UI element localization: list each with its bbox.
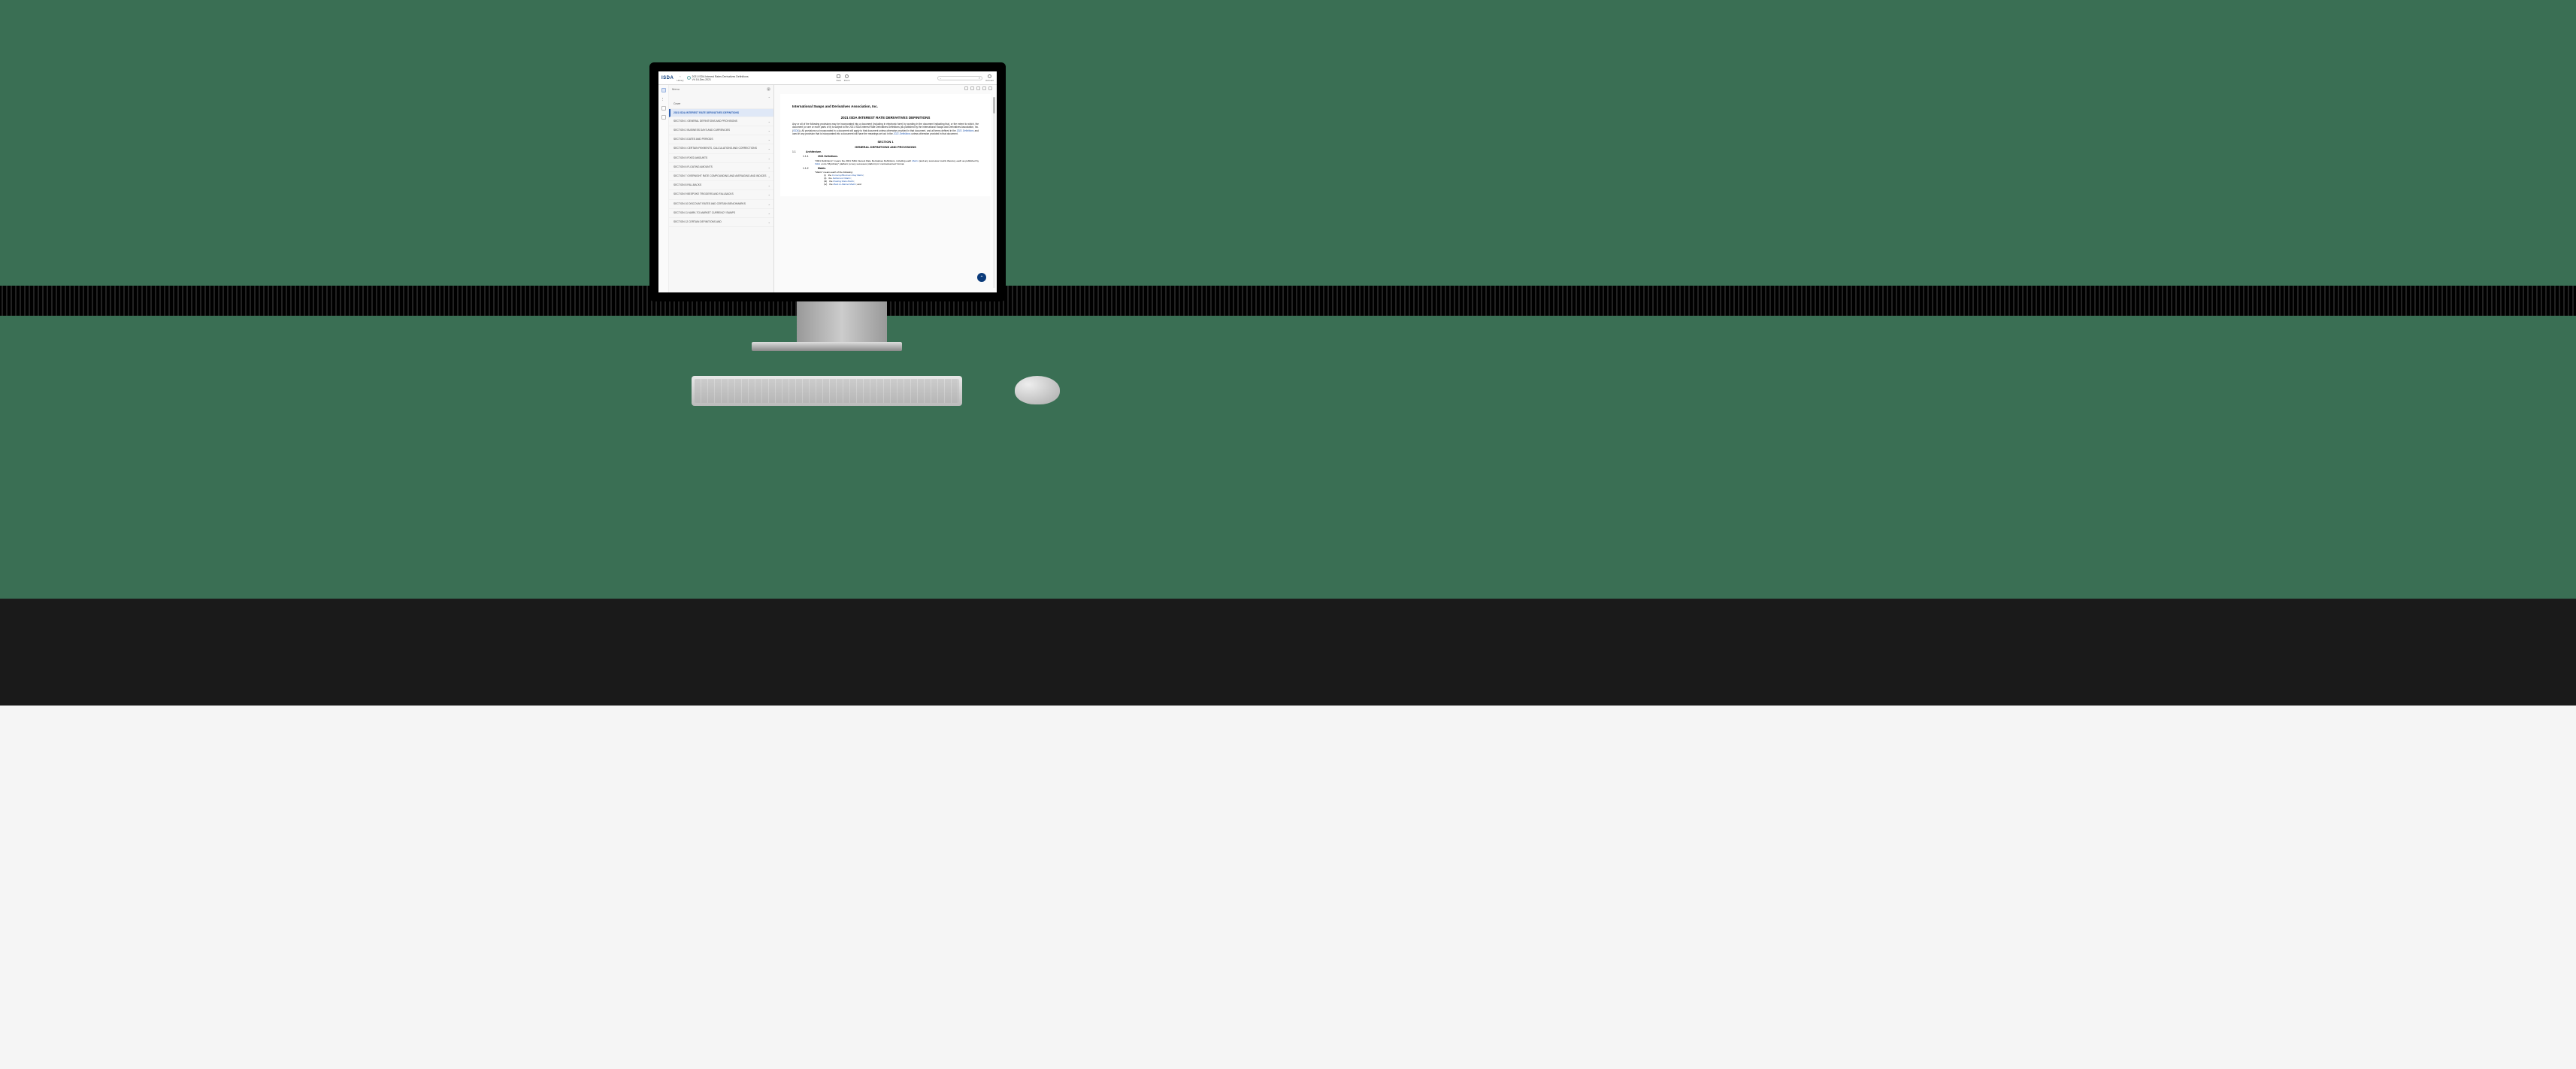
nav-item-title[interactable]: 2021 ISDA INTEREST RATE DERIVATIVES DEFI… — [669, 109, 773, 117]
more-icon[interactable]: ⋮ — [661, 97, 666, 101]
account-icon — [988, 74, 991, 78]
monitor-bezel: ISDA ‹ Library 2021 ISDA Interest Rates … — [649, 62, 1006, 301]
nav-item-section5[interactable]: SECTION 5 FIXED AMOUNTS⌄ — [669, 154, 773, 163]
fullscreen-icon[interactable] — [988, 86, 992, 90]
chevron-down-icon: ⌄ — [768, 129, 770, 132]
sidebar-panel: Menu × ⌄ Cover 2021 ISDA INTEREST RATE D… — [669, 85, 774, 292]
isda-logo: ISDA — [661, 76, 674, 80]
account-label: Account — [985, 79, 994, 82]
matrix-item: (iv)the Mark-to-Market Matrix; and — [824, 183, 979, 186]
nav-item-section10[interactable]: SECTION 10 DISCOUNT RATES AND CERTAIN BE… — [669, 200, 773, 209]
sidebar-header: Menu × — [669, 85, 773, 93]
document-page: International Swaps and Derivatives Asso… — [780, 94, 991, 196]
matrix-link[interactable]: Mark-to-Market Matrix — [833, 183, 855, 186]
copy-icon[interactable] — [970, 86, 974, 90]
nav-item-section3[interactable]: SECTION 3 DATES AND PERIODS⌄ — [669, 135, 773, 144]
nav-item-section8[interactable]: SECTION 8 FALLBACKS⌄ — [669, 181, 773, 190]
close-icon[interactable]: × — [767, 87, 770, 91]
account-button[interactable]: Account — [985, 74, 994, 82]
doc-title-line1: 2021 ISDA Interest Rates Derivatives Def… — [692, 75, 749, 78]
nav-item-section12[interactable]: SECTION 12 CERTAIN DEFINITIONS AND⌄ — [669, 218, 773, 227]
association-name: International Swaps and Derivatives Asso… — [792, 104, 979, 108]
chevron-down-icon: ⌄ — [768, 174, 770, 178]
layout-icon[interactable] — [982, 86, 986, 90]
chevron-down-icon: ⌄ — [768, 202, 770, 206]
toc-nav: Cover 2021 ISDA INTEREST RATE DERIVATIVE… — [669, 100, 773, 292]
chevron-down-icon: ⌄ — [768, 138, 770, 141]
chevron-down-icon: ⌄ — [768, 183, 770, 187]
content-toolbar — [964, 86, 992, 90]
nav-item-section1[interactable]: SECTION 1 GENERAL DEFINITIONS AND PROVIS… — [669, 117, 773, 126]
chevron-down-icon: ⌄ — [768, 147, 770, 150]
link-matrix[interactable]: Matrix — [912, 159, 918, 162]
scrollbar-thumb[interactable] — [993, 97, 995, 114]
top-toolbar: ISDA ‹ Library 2021 ISDA Interest Rates … — [658, 71, 997, 85]
view-button[interactable]: View — [836, 74, 840, 82]
zoom-button[interactable]: Zoom — [844, 74, 850, 82]
clause-1-1-1: 1.1.1 2021 Definitions. — [803, 155, 979, 158]
view-label: View — [836, 79, 840, 82]
search-icon: ⌕ — [979, 76, 980, 80]
print-icon[interactable] — [976, 86, 980, 90]
section-1-number: SECTION 1 — [792, 140, 979, 144]
nav-item-section9[interactable]: SECTION 9 BESPOKE TRIGGERS AND FALLBACKS… — [669, 190, 773, 199]
intro-paragraph: Any or all of the following provisions m… — [792, 123, 979, 135]
chevron-down-icon: ⌄ — [768, 165, 770, 169]
link-icon[interactable] — [964, 86, 968, 90]
mouse — [1015, 376, 1060, 404]
left-rail: ⋮ — [658, 85, 669, 292]
library-label: Library — [677, 79, 683, 82]
zoom-label: Zoom — [844, 79, 850, 82]
nav-item-section6[interactable]: SECTION 6 FLOATING AMOUNTS⌄ — [669, 163, 773, 172]
doc-title-line2: V4 16-Dec-2021 — [692, 78, 749, 81]
section-1-title: GENERAL DEFINITIONS AND PROVISIONS — [792, 145, 979, 149]
view-icon — [837, 74, 840, 78]
search-input[interactable]: ⌄ ⌕ — [937, 76, 982, 80]
desk-edge-strip — [0, 286, 2576, 316]
bookmark-icon[interactable] — [661, 106, 666, 111]
scroll-to-top-button[interactable]: ⌃ — [977, 273, 986, 282]
nav-item-section4[interactable]: SECTION 4 CERTAIN PAYMENTS, CALCULATIONS… — [669, 144, 773, 153]
monitor-stand-base — [752, 342, 902, 351]
chevron-down-icon: ⌄ — [768, 156, 770, 160]
clause-1-1: 1.1 Architecture. — [792, 150, 979, 153]
definition-2021: "2021 Definitions" means the 2021 ISDA I… — [815, 159, 979, 165]
clause-1-1-2: 1.1.2 Matrix. — [803, 167, 979, 170]
collapse-all-icon[interactable]: ⌄ — [768, 95, 770, 98]
nav-cover[interactable]: Cover — [669, 100, 773, 109]
chevron-down-icon: ⌄ — [768, 211, 770, 215]
document-title: 2021 ISDA INTEREST RATE DERIVATIVES DEFI… — [792, 116, 979, 120]
nav-item-section7[interactable]: SECTION 7 OVERNIGHT RATE COMPOUNDING AND… — [669, 172, 773, 181]
chevron-down-icon: ⌄ — [940, 77, 942, 80]
chevron-down-icon: ⌄ — [768, 120, 770, 123]
document-indicator: 2021 ISDA Interest Rates Derivatives Def… — [687, 75, 749, 81]
toc-icon[interactable] — [661, 88, 666, 92]
keyboard — [692, 376, 962, 406]
link-2021-defs-a[interactable]: 2021 Definitions — [957, 129, 974, 132]
content-area: International Swaps and Derivatives Asso… — [774, 85, 997, 292]
scrollbar[interactable] — [993, 97, 995, 288]
chevron-down-icon: ⌄ — [768, 192, 770, 196]
back-library-button[interactable]: ‹ Library — [677, 74, 683, 82]
nav-item-section11[interactable]: SECTION 11 MARK-TO-MARKET CURRENCY SWAPS… — [669, 209, 773, 218]
notes-icon[interactable] — [661, 115, 666, 120]
link-2021-defs-b[interactable]: 2021 Definitions — [894, 132, 911, 135]
nav-item-section2[interactable]: SECTION 2 BUSINESS DAYS AND CURRENCIES⌄ — [669, 126, 773, 135]
zoom-icon — [845, 74, 849, 78]
screen: ISDA ‹ Library 2021 ISDA Interest Rates … — [658, 71, 997, 292]
menu-label: Menu — [672, 87, 680, 91]
chevron-down-icon: ⌄ — [768, 220, 770, 224]
monitor-stand-neck — [797, 301, 887, 347]
main-body: ⋮ Menu × ⌄ Cover 2021 ISDA INTEREST RATE… — [658, 85, 997, 292]
document-icon — [687, 76, 691, 80]
chevron-up-icon: ⌃ — [979, 275, 983, 280]
